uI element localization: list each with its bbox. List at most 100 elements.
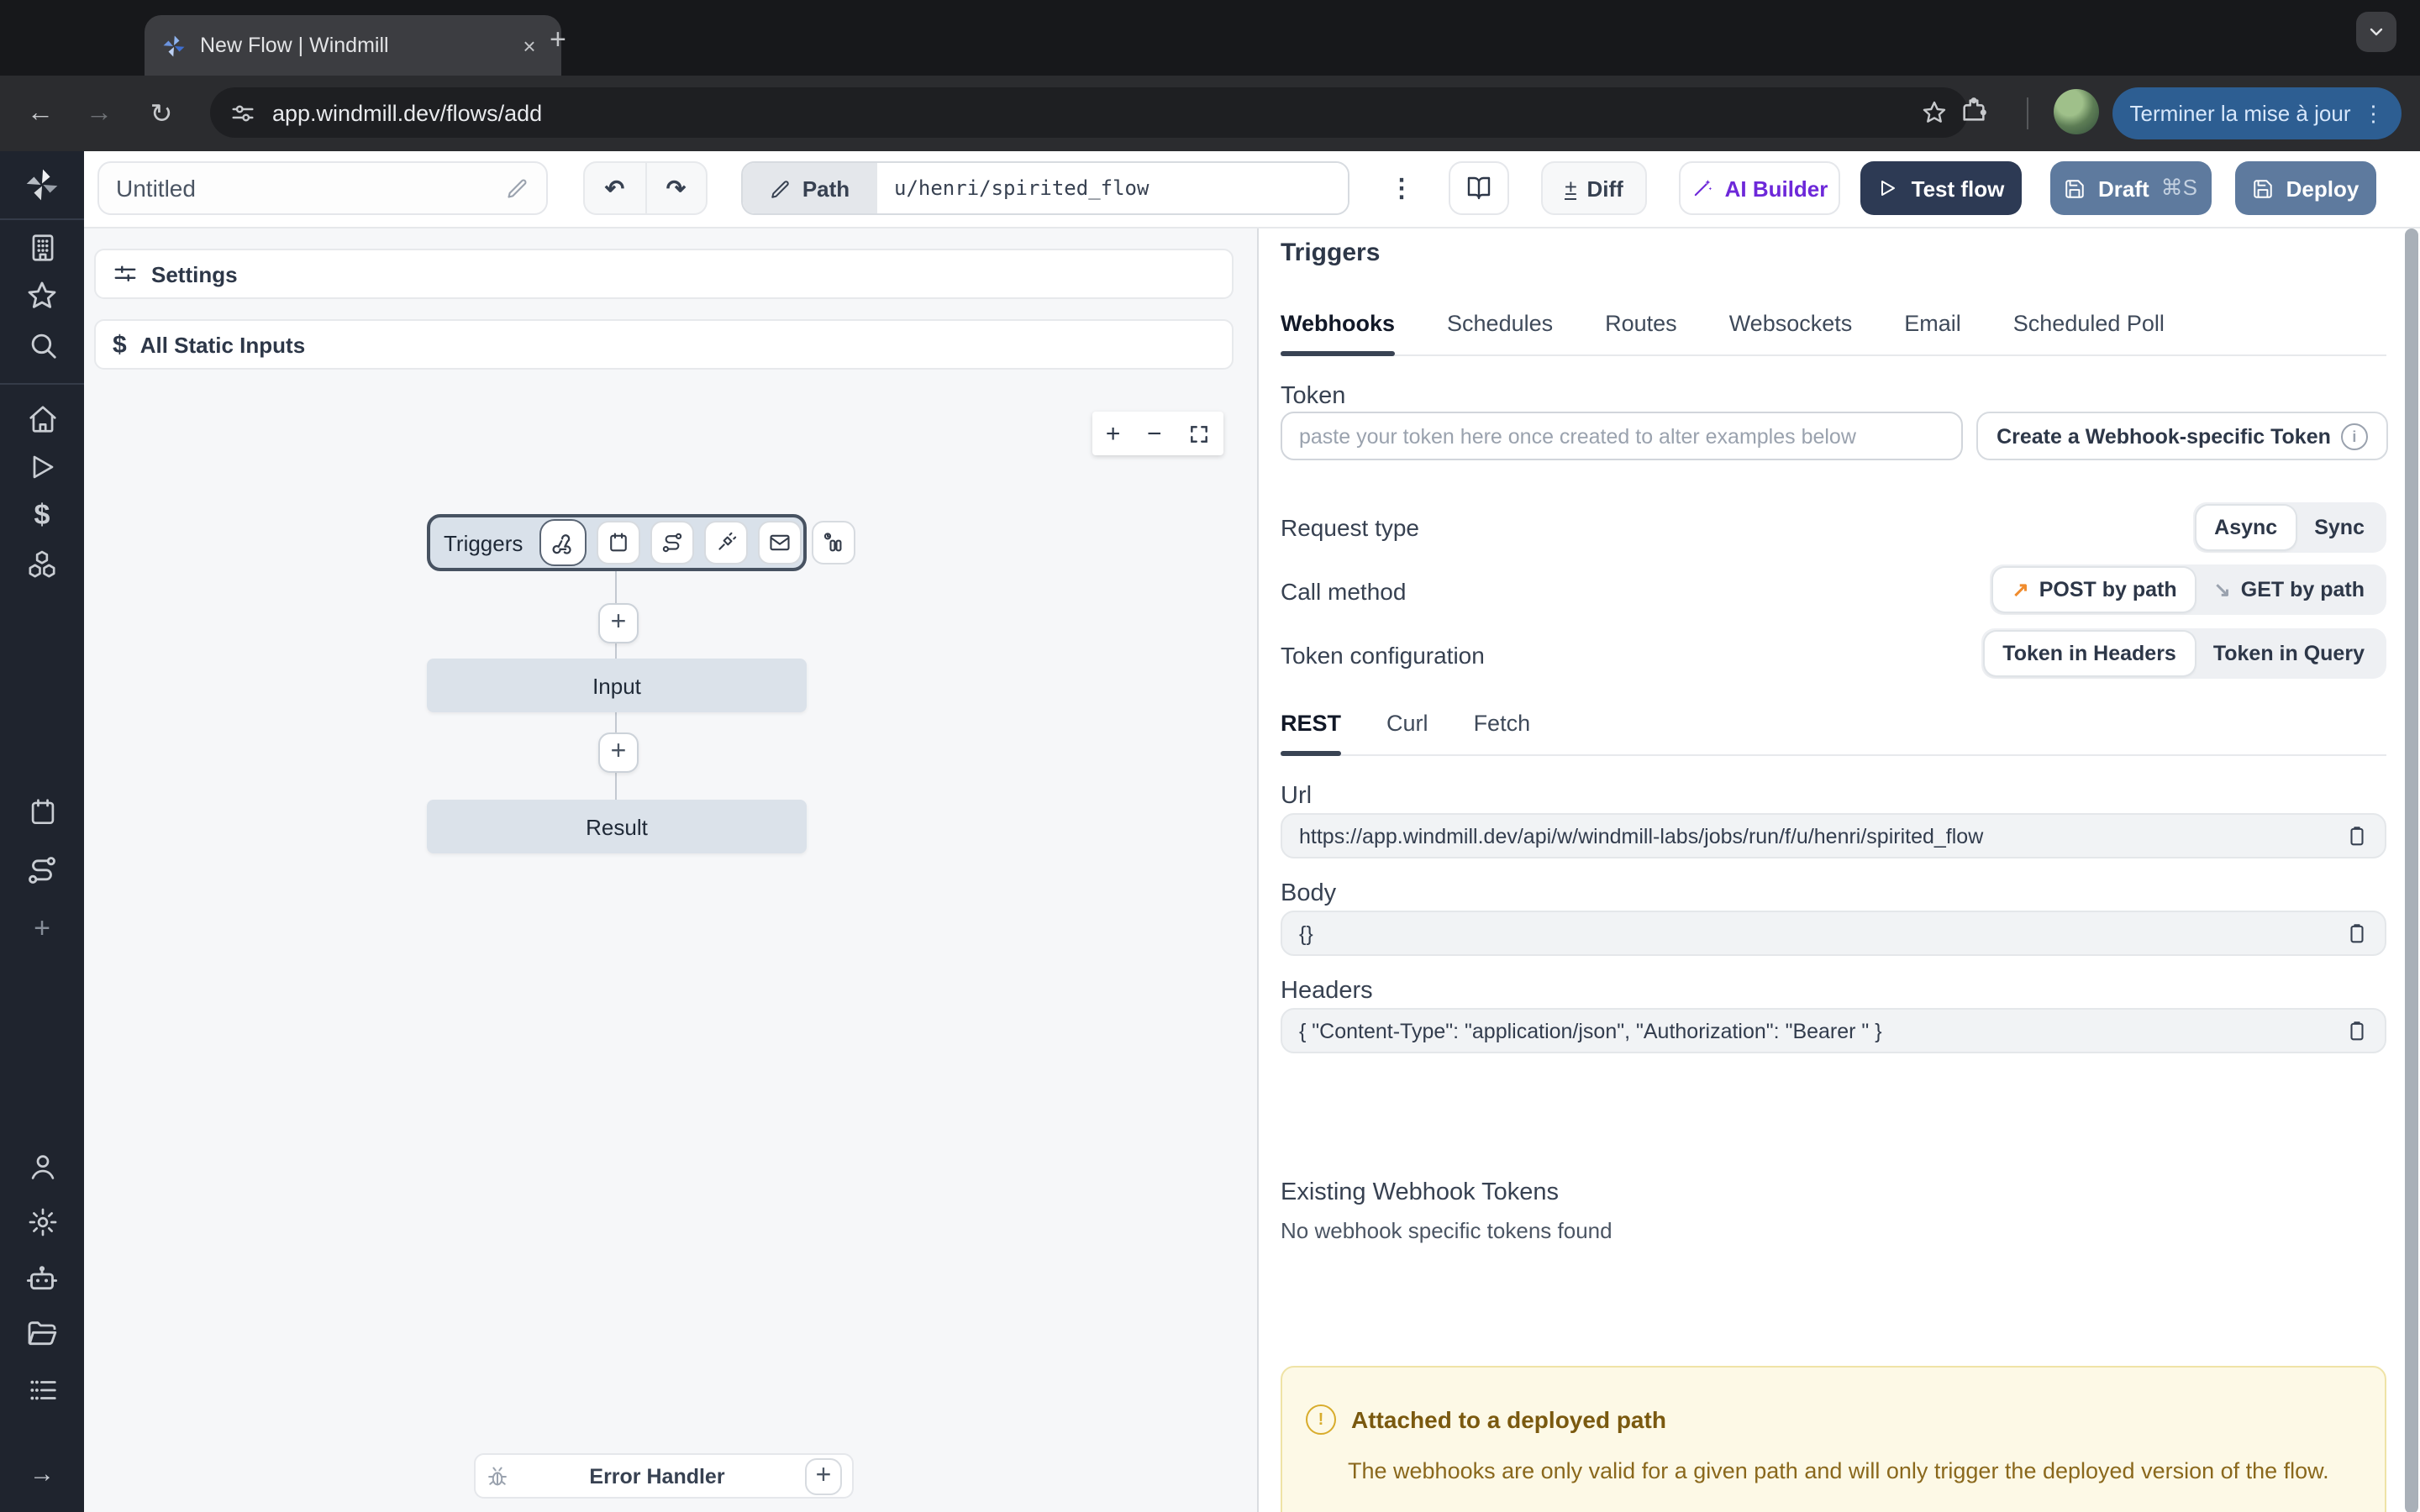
token-in-query[interactable]: Token in Query	[2195, 632, 2383, 675]
sidebar-item-favorites[interactable]	[24, 277, 60, 314]
copy-clipboard-icon[interactable]	[2346, 1020, 2368, 1042]
static-inputs-bar[interactable]: $ All Static Inputs	[94, 319, 1234, 370]
windmill-logo-icon[interactable]	[24, 166, 60, 203]
test-flow-button[interactable]: Test flow	[1860, 161, 2022, 215]
draft-button[interactable]: Draft ⌘S	[2050, 161, 2212, 215]
redo-icon[interactable]: ↷	[646, 174, 706, 202]
sidebar-item-resources[interactable]	[24, 546, 60, 583]
settings-bar[interactable]: Settings	[94, 249, 1234, 299]
create-token-button[interactable]: Create a Webhook-specific Token i	[1976, 412, 2388, 460]
call-method-get[interactable]: ↘ GET by path	[2196, 568, 2383, 612]
sidebar-expand-icon[interactable]: →	[24, 1455, 60, 1492]
token-config-label: Token configuration	[1281, 642, 1485, 669]
result-node-label: Result	[586, 814, 648, 839]
undo-icon[interactable]: ↶	[585, 174, 644, 202]
edit-pencil-icon[interactable]	[506, 176, 529, 200]
draft-shortcut: ⌘S	[2161, 175, 2197, 202]
error-handler-bar[interactable]: Error Handler +	[474, 1453, 854, 1499]
profile-avatar[interactable]	[2054, 89, 2099, 134]
sidebar-item-home[interactable]	[24, 400, 60, 437]
browser-tab[interactable]: New Flow | Windmill ×	[145, 15, 561, 76]
chrome-menu-kebab-icon[interactable]: ⋮	[2363, 100, 2385, 127]
websocket-trigger-icon[interactable]	[704, 521, 748, 564]
request-type-async[interactable]: Async	[2196, 506, 2296, 549]
ai-builder-label: AI Builder	[1725, 176, 1828, 201]
headers-field[interactable]: { "Content-Type": "application/json", "A…	[1281, 1008, 2386, 1053]
schedule-trigger-icon[interactable]	[597, 521, 640, 564]
forward-icon[interactable]: →	[79, 94, 119, 134]
ai-builder-button[interactable]: AI Builder	[1679, 161, 1840, 215]
triggers-panel: Triggers Webhooks Schedules Routes Webso…	[1257, 228, 2420, 1512]
sidebar-item-workers[interactable]	[24, 1260, 60, 1297]
fit-view-icon[interactable]	[1188, 423, 1210, 444]
url-field[interactable]: https://app.windmill.dev/api/w/windmill-…	[1281, 813, 2386, 858]
tab-webhooks[interactable]: Webhooks	[1281, 304, 1395, 354]
tab-fetch[interactable]: Fetch	[1474, 704, 1531, 754]
back-icon[interactable]: ←	[20, 94, 60, 134]
zoom-out-icon[interactable]: −	[1147, 421, 1162, 446]
panel-scrollbar[interactable]	[2405, 228, 2418, 1512]
sidebar-item-settings[interactable]	[24, 1203, 60, 1240]
flow-name-button[interactable]: Untitled	[97, 161, 548, 215]
docs-button[interactable]	[1449, 161, 1509, 215]
add-step-button[interactable]: +	[598, 732, 639, 773]
new-tab-icon[interactable]: +	[550, 24, 566, 57]
sidebar-item-workspace[interactable]	[24, 228, 60, 265]
settings-label: Settings	[151, 261, 238, 286]
request-type-sync[interactable]: Sync	[2296, 506, 2383, 549]
tab-websockets[interactable]: Websockets	[1729, 304, 1853, 354]
sidebar-item-runs[interactable]	[24, 449, 60, 486]
sidebar-item-routes[interactable]	[24, 852, 60, 889]
sidebar-item-folders[interactable]	[24, 1315, 60, 1352]
reload-icon[interactable]: ↻	[141, 94, 182, 134]
chrome-update-button[interactable]: Terminer la mise à jour ⋮	[2112, 87, 2402, 139]
flow-canvas[interactable]: Settings $ All Static Inputs + −	[84, 228, 1257, 1512]
path-input[interactable]	[877, 163, 1348, 213]
tab-curl[interactable]: Curl	[1386, 704, 1428, 754]
zoom-in-icon[interactable]: +	[1106, 421, 1121, 446]
email-trigger-icon[interactable]	[758, 521, 802, 564]
more-options-kebab-icon[interactable]: ⋮	[1381, 161, 1422, 215]
tab-rest[interactable]: REST	[1281, 704, 1341, 754]
triggers-node[interactable]: Triggers	[427, 514, 807, 571]
book-icon	[1465, 175, 1492, 202]
tab-routes[interactable]: Routes	[1605, 304, 1677, 354]
path-pencil-icon	[771, 177, 792, 199]
sidebar-item-users[interactable]	[24, 1147, 60, 1184]
copy-clipboard-icon[interactable]	[2346, 825, 2368, 847]
sidebar-item-create[interactable]: +	[24, 911, 60, 948]
diff-button[interactable]: ± Diff	[1541, 161, 1647, 215]
tab-close-icon[interactable]: ×	[514, 30, 544, 60]
scheduled-poll-trigger-icon[interactable]	[812, 521, 855, 564]
tab-scheduled-poll[interactable]: Scheduled Poll	[2013, 304, 2165, 354]
code-example-tabs: REST Curl Fetch	[1281, 704, 2386, 756]
sidebar-item-search[interactable]	[24, 326, 60, 363]
copy-clipboard-icon[interactable]	[2346, 922, 2368, 944]
body-field[interactable]: {}	[1281, 911, 2386, 956]
webhook-trigger-icon[interactable]	[539, 519, 587, 566]
result-node[interactable]: Result	[427, 800, 807, 853]
url-bar[interactable]: app.windmill.dev/flows/add	[210, 87, 1968, 138]
sidebar-item-schedules[interactable]	[24, 793, 60, 830]
sidebar-item-variables[interactable]: $	[24, 497, 60, 534]
call-method-post[interactable]: ↗ POST by path	[1994, 568, 2196, 612]
sidebar-item-audit-logs[interactable]	[24, 1371, 60, 1408]
tab-schedules[interactable]: Schedules	[1447, 304, 1553, 354]
token-input[interactable]	[1281, 412, 1963, 460]
bookmark-star-icon[interactable]	[1921, 99, 1948, 126]
add-step-button[interactable]: +	[598, 603, 639, 643]
tab-search-chevron-icon[interactable]	[2356, 12, 2396, 52]
route-trigger-icon[interactable]	[650, 521, 694, 564]
triggers-node-label: Triggers	[444, 530, 523, 555]
input-node[interactable]: Input	[427, 659, 807, 712]
extensions-icon[interactable]	[1960, 96, 1988, 124]
add-error-handler-button[interactable]: +	[805, 1457, 842, 1494]
tab-email[interactable]: Email	[1904, 304, 1961, 354]
deploy-button[interactable]: Deploy	[2235, 161, 2376, 215]
request-type-toggle: Async Sync	[2192, 502, 2386, 553]
warning-body: The webhooks are only valid for a given …	[1348, 1455, 2334, 1488]
path-chip[interactable]: Path	[743, 161, 877, 215]
site-settings-icon[interactable]	[230, 100, 255, 125]
headers-value: { "Content-Type": "application/json", "A…	[1299, 1019, 2346, 1042]
token-in-headers[interactable]: Token in Headers	[1984, 632, 2195, 675]
